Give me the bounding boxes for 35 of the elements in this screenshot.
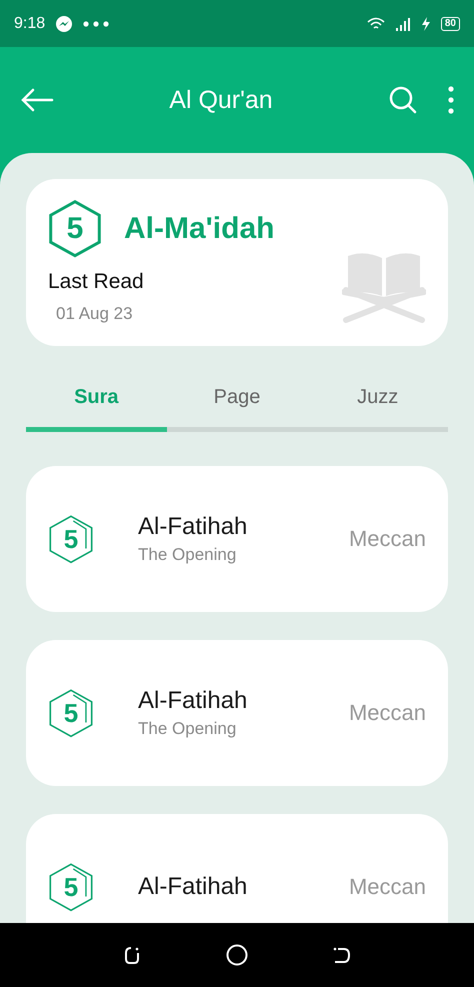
hexagon-number-icon: 5 bbox=[48, 688, 94, 739]
battery-level: 80 bbox=[440, 16, 460, 30]
revelation-place: Meccan bbox=[348, 526, 426, 552]
charging-icon bbox=[420, 16, 431, 30]
sura-name: Al-Fatihah bbox=[138, 687, 248, 716]
hexagon-number-icon: 5 bbox=[48, 199, 102, 258]
back-button[interactable] bbox=[20, 88, 54, 112]
sura-meaning: The Opening bbox=[138, 545, 238, 566]
revelation-place: Meccan bbox=[348, 874, 426, 900]
tab[interactable]: Page bbox=[166, 376, 308, 432]
revelation-place: Meccan bbox=[348, 700, 426, 726]
app-title: Al Qur'an bbox=[168, 86, 274, 114]
search-button[interactable] bbox=[388, 85, 418, 115]
home-button[interactable] bbox=[226, 944, 248, 966]
signal-icon bbox=[394, 16, 411, 30]
sura-card[interactable]: 5 Al-Fatihah The Opening Meccan bbox=[26, 466, 448, 612]
sura-card[interactable]: 5 Al-Fatihah Meccan bbox=[26, 814, 448, 923]
last-read-label: Last Read bbox=[48, 270, 145, 294]
status-time: 9:18 bbox=[14, 14, 46, 32]
hexagon-number-icon: 5 bbox=[48, 862, 94, 913]
hexagon-number-icon: 5 bbox=[48, 514, 94, 565]
messenger-icon bbox=[55, 14, 74, 32]
more-dots-icon bbox=[83, 20, 110, 26]
last-read-card[interactable]: 5 Al-Ma'idah Last Read 01 Aug 23 bbox=[26, 179, 448, 346]
sura-name: Al-Fatihah bbox=[138, 873, 248, 902]
tab[interactable]: Juzz bbox=[307, 376, 448, 432]
last-read-sura: Al-Ma'idah bbox=[124, 212, 274, 246]
back-nav-button[interactable] bbox=[332, 945, 352, 965]
last-read-date: 01 Aug 23 bbox=[56, 304, 134, 324]
sura-name: Al-Fatihah bbox=[138, 513, 248, 542]
recent-apps-button[interactable] bbox=[122, 945, 142, 965]
sura-meaning: The Opening bbox=[138, 719, 238, 740]
menu-button[interactable] bbox=[448, 86, 454, 114]
wifi-icon bbox=[366, 16, 385, 30]
sura-card[interactable]: 5 Al-Fatihah The Opening Meccan bbox=[26, 640, 448, 786]
